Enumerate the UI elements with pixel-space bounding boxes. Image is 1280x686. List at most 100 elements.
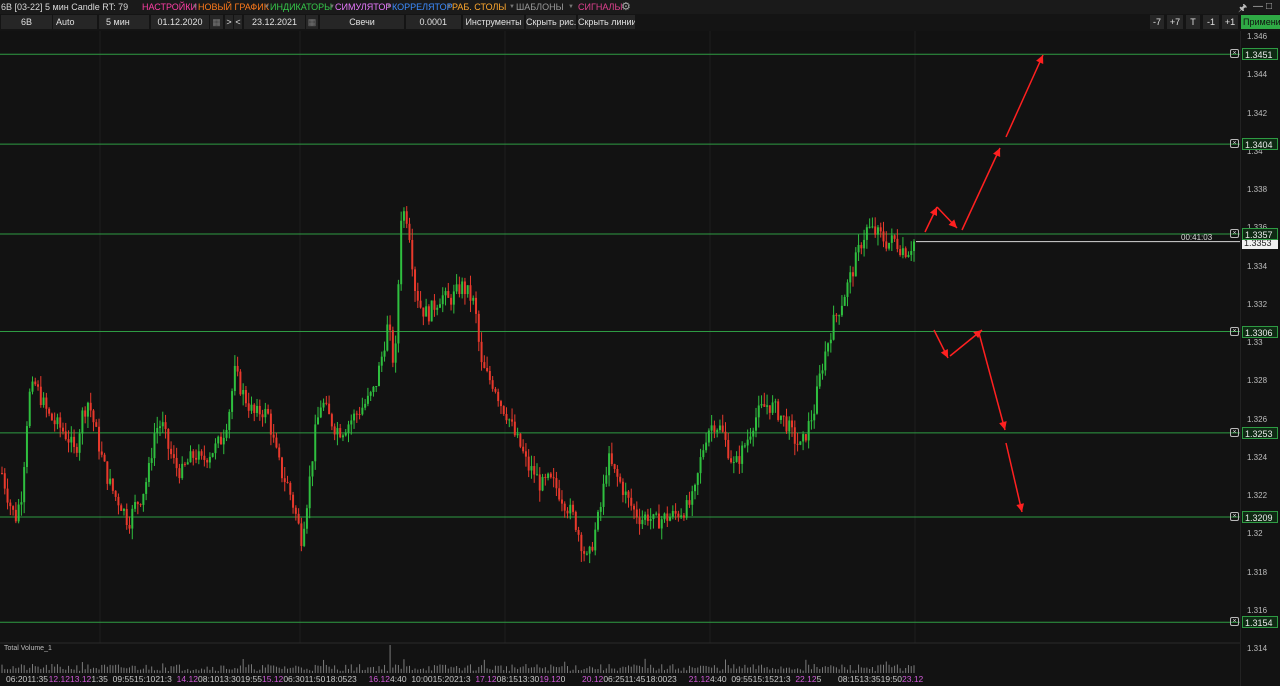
price-chart[interactable] [0,31,1240,686]
next-range-button[interactable]: > [225,15,233,29]
menu-correlator[interactable]: КОРРЕЛЯТОР [392,0,453,14]
level-price-label[interactable]: 1.3404 [1242,138,1278,151]
today-button[interactable]: T [1186,15,1200,29]
candle-body [815,386,818,414]
candle [652,513,655,529]
candle-body [752,430,755,437]
candle [793,420,796,456]
shift-minus-1-button[interactable]: -1 [1203,15,1219,29]
candle-body [874,226,877,235]
remove-level-icon[interactable]: × [1230,139,1239,149]
hide-lines-button[interactable]: Скрыть линии [578,15,635,29]
remove-level-icon[interactable]: × [1230,49,1239,59]
candle [267,404,270,415]
shift-plus-7-button[interactable]: +7 [1167,15,1183,29]
level-price-label[interactable]: 1.3306 [1242,325,1278,338]
calendar-icon[interactable]: ▦ [306,15,318,29]
candle-body [106,461,109,484]
remove-level-icon[interactable]: × [1230,427,1239,437]
date-from-input[interactable]: 01.12.2020 [151,15,209,29]
hide-drawings-button[interactable]: Скрыть рис. [526,15,576,29]
remove-level-icon[interactable]: × [1230,228,1239,238]
time-axis-time-label: 13:30 [219,674,241,684]
level-price-label[interactable]: 1.3253 [1242,426,1278,439]
candle [330,412,333,431]
shift-plus-1-button[interactable]: +1 [1222,15,1238,29]
candle [150,447,153,471]
shift-minus-7-button[interactable]: -7 [1150,15,1164,29]
candle [128,516,131,534]
candle-body [414,269,417,292]
candle [505,407,508,424]
apply-button[interactable]: Применить [1241,15,1280,29]
candle [103,452,106,462]
gear-icon[interactable]: ⚙ [621,0,631,14]
timeframe-select[interactable]: 5 мин [99,15,149,29]
level-price-label[interactable]: 1.3209 [1242,511,1278,524]
menu-signals[interactable]: СИГНАЛЫ [578,0,622,14]
candle-body [807,421,810,441]
candle [641,510,644,529]
candle-body [267,408,270,414]
price-tick-label: 1.332 [1247,299,1268,309]
maximize-icon[interactable]: □ [1266,1,1272,12]
menu-templates[interactable]: ШАБЛОНЫ [516,0,564,14]
candle-body [813,413,816,421]
price-axis[interactable]: 1.3461.3441.3421.341.3381.3361.3341.3321… [1240,31,1280,686]
menu-simulator[interactable]: СИМУЛЯТОР [335,0,391,14]
candle [860,242,863,255]
minimize-icon[interactable]: — [1253,1,1263,12]
candle [219,432,222,445]
candle-body [585,553,588,555]
candle-body [369,392,372,396]
remove-level-icon[interactable]: × [1230,326,1239,336]
candle [840,295,843,317]
candle [638,508,641,535]
candle [588,545,591,564]
candle [538,467,541,502]
level-price-label[interactable]: 1.3357 [1242,227,1278,240]
menu-workspaces[interactable]: РАБ. СТОЛЫ [452,0,506,14]
candle-body [749,436,752,440]
candle-body [228,411,231,430]
candle [353,409,356,429]
symbol-select[interactable]: 6B [1,15,52,29]
prev-range-button[interactable]: < [234,15,242,29]
candle-body [757,405,760,418]
candle-body [189,451,192,463]
remove-level-icon[interactable]: × [1230,512,1239,522]
candle [450,294,453,311]
candle-body [824,351,827,371]
calendar-icon[interactable]: ▦ [210,15,223,29]
candle [339,424,342,439]
candle [120,503,123,511]
candle-body [788,420,791,432]
menu-new-chart[interactable]: НОВЫЙ ГРАФИК [198,0,269,14]
scale-mode-select[interactable]: Auto [53,15,97,29]
candle [416,282,419,308]
remove-level-icon[interactable]: × [1230,617,1239,627]
candle [907,251,910,258]
date-to-input[interactable]: 23.12.2021 [244,15,305,29]
chart-type-select[interactable]: Свечи [320,15,404,29]
level-price-label[interactable]: 1.3451 [1242,48,1278,61]
candle [328,395,331,415]
arrow-head [1016,503,1024,512]
forecast-arrows [924,54,1044,513]
candle [727,432,730,460]
candle [901,237,904,259]
tick-size-input[interactable]: 0.0001 [406,15,461,29]
instruments-button[interactable]: Инструменты [463,15,524,29]
menu-indicators[interactable]: ИНДИКАТОРЫ [270,0,332,14]
forecast-arrow [1005,442,1024,513]
candle-body [203,455,206,460]
price-tick-label: 1.32 [1247,529,1263,539]
candle-body [441,295,444,305]
candle [64,422,67,441]
candle-body [913,241,915,252]
level-price-label[interactable]: 1.3154 [1242,616,1278,629]
candle [718,419,721,433]
time-axis-time-label: 15:15 [752,674,774,684]
candle [547,472,550,481]
menu-settings[interactable]: НАСТРОЙКИ [142,0,197,14]
